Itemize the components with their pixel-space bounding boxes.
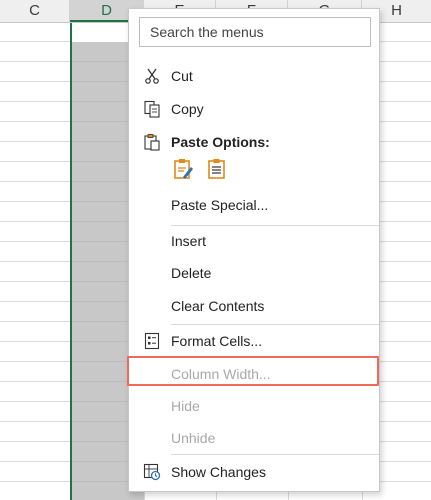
menu-item-label: Insert [171, 233, 207, 249]
menu-item-clear-contents[interactable]: Clear Contents [129, 290, 379, 322]
highlight-box [127, 356, 379, 386]
menu-item-label: Copy [171, 101, 204, 117]
scissors-icon [145, 68, 159, 84]
menu-item-paste-options: Paste Options: [129, 126, 379, 158]
menu-item-cut[interactable]: Cut [129, 60, 379, 92]
menu-item-paste-special[interactable]: Paste Special... [129, 189, 379, 221]
menu-item-label: Paste Special... [171, 197, 269, 213]
paste-values-icon[interactable] [205, 157, 229, 181]
menu-separator [171, 454, 379, 455]
menu-item-unhide: Unhide [129, 422, 379, 454]
menu-item-hide: Hide [129, 390, 379, 422]
menu-item-label: Format Cells... [171, 333, 263, 349]
paste-options-group [171, 157, 231, 183]
menu-item-label: Delete [171, 265, 212, 281]
column-header-c[interactable]: C [0, 0, 70, 22]
menu-item-label: Hide [171, 398, 200, 414]
context-menu: Cut Copy Paste Options: [128, 8, 380, 492]
show-changes-icon [143, 463, 161, 481]
menu-item-delete[interactable]: Delete [129, 257, 379, 289]
paste-icon [144, 134, 160, 151]
copy-icon [144, 100, 160, 118]
paste-formatting-icon[interactable] [171, 157, 195, 181]
menu-item-label: Unhide [171, 430, 216, 446]
menu-item-label: Paste Options: [171, 134, 270, 150]
menu-item-show-changes[interactable]: Show Changes [129, 456, 379, 488]
menu-item-copy[interactable]: Copy [129, 93, 379, 125]
menu-item-insert[interactable]: Insert [129, 225, 379, 257]
menu-item-label: Cut [171, 68, 193, 84]
menu-item-label: Show Changes [171, 464, 266, 480]
menu-item-format-cells[interactable]: Format Cells... [129, 325, 379, 357]
search-menus-input[interactable] [139, 17, 371, 47]
format-cells-icon [144, 332, 160, 350]
menu-item-label: Clear Contents [171, 298, 265, 314]
